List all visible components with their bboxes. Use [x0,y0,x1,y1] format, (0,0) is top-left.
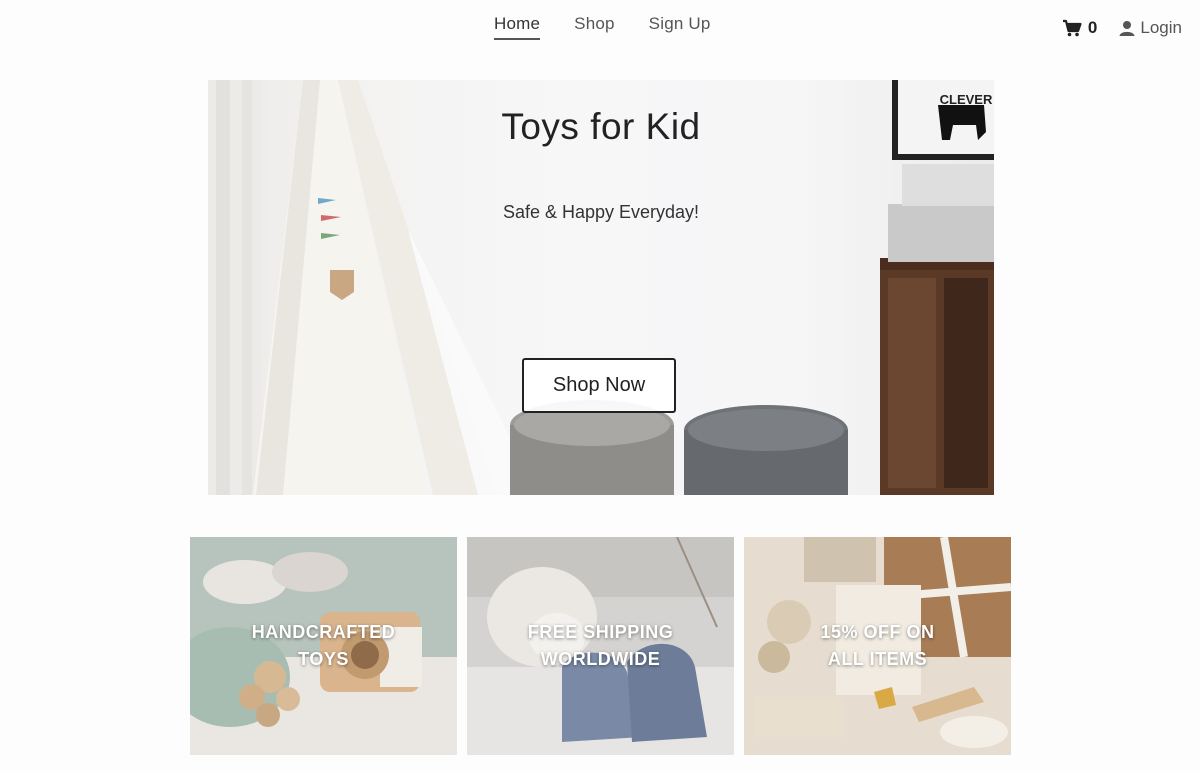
hero-subtitle: Safe & Happy Everyday! [502,202,700,222]
tile-line-2: TOYS [298,649,349,669]
tile-line-2: WORLDWIDE [540,649,661,669]
login-button[interactable]: Login [1119,18,1182,38]
tile-text: 15% OFF ON ALL ITEMS [744,537,1011,755]
top-navigation: Home Shop Sign Up 0 Login [0,0,1200,60]
tile-line-1: FREE SHIPPING [527,622,674,642]
cart-count: 0 [1087,18,1098,37]
hero-banner: CLEVER Toys for Kid Safe & Happy Everyda… [208,80,994,495]
tile-text: HANDCRAFTED TOYS [190,537,457,755]
hero-title: Toys for Kid [501,106,701,147]
nav-link-sign-up[interactable]: Sign Up [649,14,711,40]
nav-link-home[interactable]: Home [494,14,541,40]
shopping-cart-icon [1062,19,1082,37]
nav-actions: 0 Login [1062,18,1182,38]
user-icon [1119,21,1135,36]
shop-now-button[interactable]: Shop Now [522,358,676,413]
nav-links: Home Shop Sign Up [494,14,711,40]
tile-discount[interactable]: 15% OFF ON ALL ITEMS [744,537,1011,755]
tile-line-1: 15% OFF ON [820,622,935,642]
poster-text: CLEVER [940,92,993,107]
tile-text: FREE SHIPPING WORLDWIDE [467,537,734,755]
tile-handcrafted-toys[interactable]: HANDCRAFTED TOYS [190,537,457,755]
feature-tiles: HANDCRAFTED TOYS FREE SHIPPING WORLDWIDE [190,537,1011,755]
cart-button[interactable]: 0 [1062,18,1097,38]
login-label: Login [1140,18,1182,37]
nav-link-shop[interactable]: Shop [574,14,615,40]
tile-line-2: ALL ITEMS [827,649,928,669]
tile-free-shipping[interactable]: FREE SHIPPING WORLDWIDE [467,537,734,755]
tile-line-1: HANDCRAFTED [251,622,396,642]
